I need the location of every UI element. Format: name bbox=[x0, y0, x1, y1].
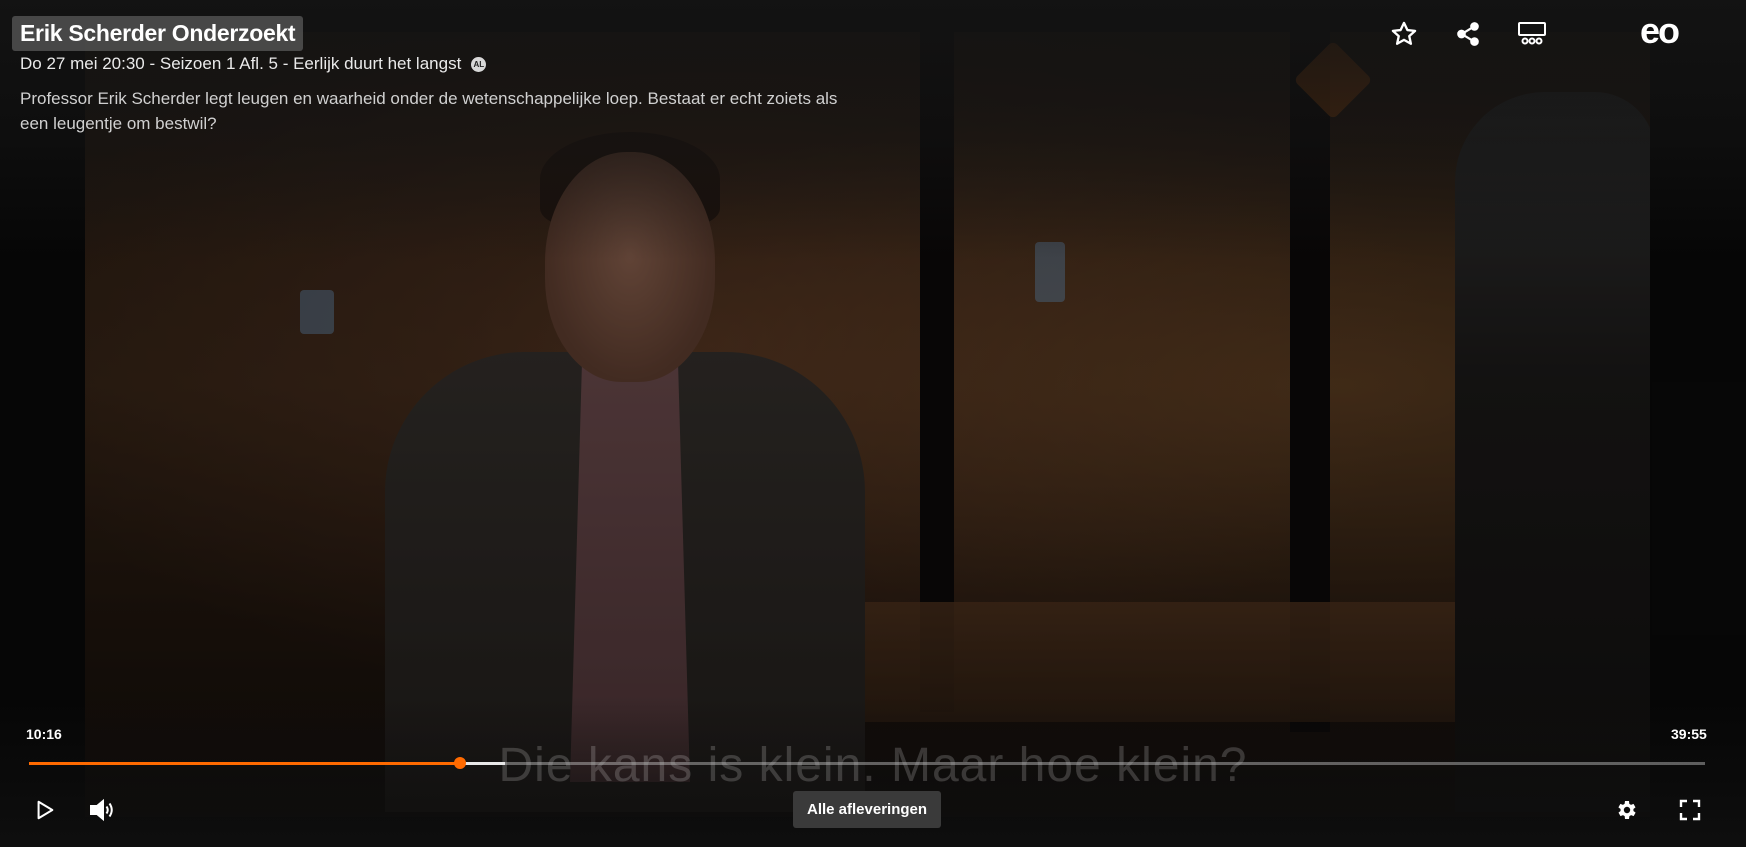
share-icon[interactable] bbox=[1450, 16, 1486, 52]
fullscreen-icon bbox=[1679, 799, 1701, 821]
eo-logo: eo bbox=[1640, 10, 1680, 51]
volume-icon bbox=[90, 798, 113, 822]
program-title: Erik Scherder Onderzoekt bbox=[12, 16, 304, 51]
all-episodes-button[interactable]: Alle afleveringen bbox=[793, 791, 942, 828]
age-rating-badge: AL bbox=[471, 56, 487, 72]
gear-icon bbox=[1618, 801, 1636, 819]
current-time: 10:16 bbox=[26, 726, 62, 742]
duration-time: 39:55 bbox=[1671, 726, 1707, 742]
star-icon[interactable] bbox=[1386, 16, 1422, 52]
episode-description: Professor Erik Scherder legt leugen en w… bbox=[20, 89, 838, 133]
play-button[interactable] bbox=[27, 792, 63, 828]
top-actions bbox=[1386, 16, 1550, 52]
progress-bar[interactable] bbox=[29, 757, 1705, 769]
episode-meta: Do 27 mei 20:30 - Seizoen 1 Afl. 5 - Eer… bbox=[20, 54, 487, 74]
volume-button[interactable] bbox=[84, 792, 120, 828]
progress-handle[interactable] bbox=[453, 757, 466, 769]
played-bar bbox=[29, 762, 460, 765]
episode-meta-text: Do 27 mei 20:30 - Seizoen 1 Afl. 5 - Eer… bbox=[20, 54, 462, 73]
fullscreen-button[interactable] bbox=[1672, 792, 1708, 828]
play-icon bbox=[37, 800, 54, 820]
episodes-icon[interactable] bbox=[1514, 16, 1550, 52]
subtitle-text: Die kans is klein. Maar hoe klein? bbox=[498, 739, 1248, 792]
settings-button[interactable] bbox=[1608, 792, 1644, 828]
